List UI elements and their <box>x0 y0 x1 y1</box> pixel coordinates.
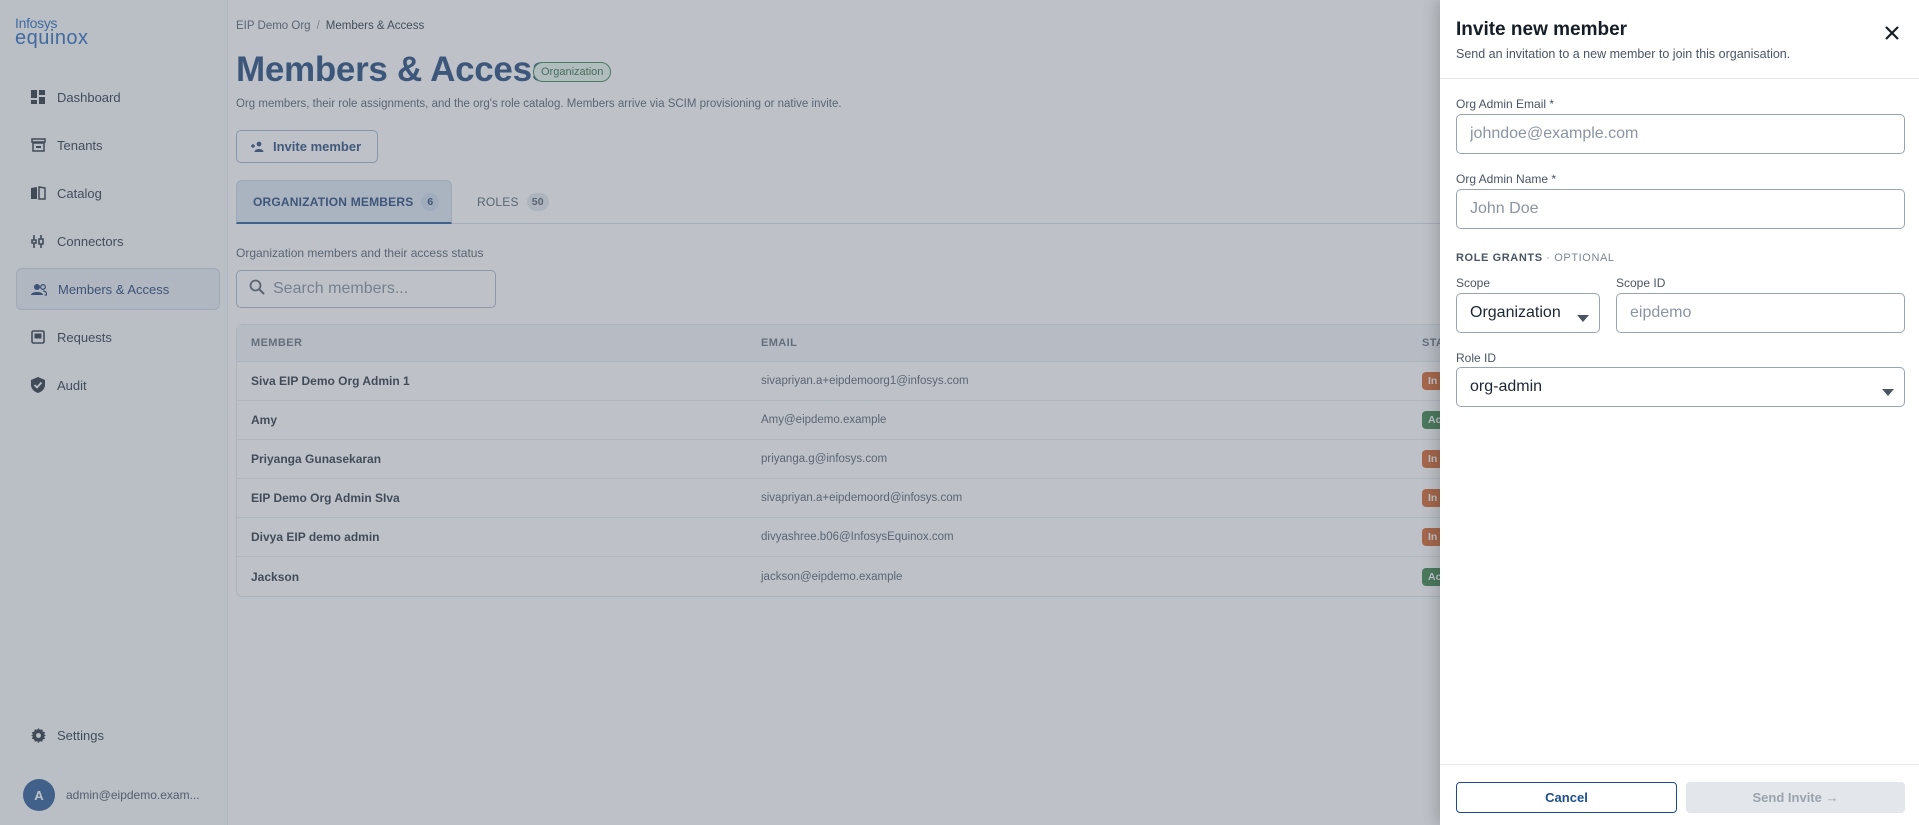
drawer-subtitle: Send an invitation to a new member to jo… <box>1456 47 1791 61</box>
scope-id-box <box>1616 293 1905 333</box>
cancel-button[interactable]: Cancel <box>1456 782 1677 813</box>
name-field-label: Org Admin Name * <box>1456 172 1557 186</box>
chevron-down-icon <box>1882 383 1894 401</box>
role-id-value: org-admin <box>1470 378 1543 395</box>
send-invite-button[interactable]: Send Invite → <box>1686 782 1905 813</box>
drawer-footer: Cancel Send Invite → <box>1440 764 1919 825</box>
invite-member-drawer: Invite new member Send an invitation to … <box>1440 0 1919 825</box>
email-field-label: Org Admin Email * <box>1456 97 1555 111</box>
email-field[interactable] <box>1470 125 1890 143</box>
drawer-header: Invite new member Send an invitation to … <box>1440 0 1919 79</box>
scope-id-label: Scope ID <box>1616 276 1666 290</box>
drawer-title: Invite new member <box>1456 19 1628 40</box>
close-button[interactable] <box>1881 22 1903 44</box>
name-field[interactable] <box>1470 200 1890 218</box>
role-id-label: Role ID <box>1456 351 1497 365</box>
email-field-box <box>1456 114 1905 154</box>
scope-label: Scope <box>1456 276 1491 290</box>
role-grants-optional: · OPTIONAL <box>1542 252 1615 264</box>
scope-select[interactable]: Organization <box>1456 293 1600 333</box>
role-id-select[interactable]: org-admin <box>1456 367 1905 407</box>
role-grants-title: ROLE GRANTS <box>1456 252 1543 264</box>
close-icon <box>1885 26 1899 40</box>
scope-id-field[interactable] <box>1630 304 1890 322</box>
name-field-box <box>1456 189 1905 229</box>
role-grants-heading: ROLE GRANTS · OPTIONAL <box>1456 252 1615 264</box>
scope-value: Organization <box>1470 304 1561 321</box>
chevron-down-icon <box>1577 309 1589 327</box>
